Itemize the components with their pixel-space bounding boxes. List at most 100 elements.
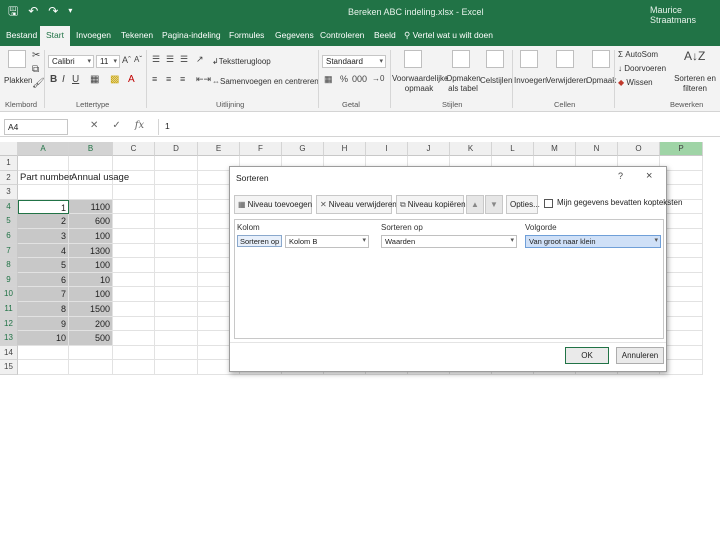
format-table-button[interactable]: Opmaken als tabel: [446, 74, 481, 94]
format-cells-button[interactable]: Opmaak: [586, 76, 616, 85]
tab-invoegen[interactable]: Invoegen: [76, 30, 111, 40]
align-center-icon[interactable]: ≡: [166, 74, 171, 84]
column-header-g[interactable]: G: [282, 142, 324, 156]
customize-qat-icon[interactable]: ▾: [68, 4, 72, 18]
column-header-j[interactable]: J: [408, 142, 450, 156]
format-painter-icon[interactable]: 🖌: [32, 78, 45, 89]
cell-b15[interactable]: [69, 360, 113, 375]
comma-style-icon[interactable]: 000: [352, 74, 367, 84]
cell-c12[interactable]: [113, 316, 155, 332]
cell-d1[interactable]: [155, 156, 198, 171]
align-bottom-icon[interactable]: ☰: [180, 54, 188, 65]
cell-c2[interactable]: [113, 170, 155, 186]
column-header-o[interactable]: O: [618, 142, 660, 156]
column-header-k[interactable]: K: [450, 142, 492, 156]
font-size-select[interactable]: 11 ▾: [96, 55, 120, 68]
cell-d4[interactable]: [155, 199, 198, 215]
tab-controleren[interactable]: Controleren: [320, 30, 364, 40]
currency-icon[interactable]: ▦: [324, 74, 333, 85]
cell-c1[interactable]: [113, 156, 155, 171]
cell-a9[interactable]: 6: [18, 272, 69, 288]
cell-c14[interactable]: [113, 345, 155, 361]
align-middle-icon[interactable]: ☰: [166, 54, 174, 65]
column-header-p[interactable]: P: [660, 142, 703, 156]
paste-icon[interactable]: [8, 50, 26, 68]
row-header-10[interactable]: 10: [0, 287, 18, 302]
cell-a15[interactable]: [18, 360, 69, 375]
column-header-c[interactable]: C: [113, 142, 155, 156]
cell-styles-button[interactable]: Celstijlen: [480, 76, 512, 85]
tab-bestand[interactable]: Bestand: [6, 30, 37, 40]
cell-b13[interactable]: 500: [69, 331, 113, 346]
tell-me-box[interactable]: ⚲ Vertel wat u wilt doen: [404, 30, 493, 41]
cell-d11[interactable]: [155, 302, 198, 317]
align-top-icon[interactable]: ☰: [152, 54, 160, 65]
options-button[interactable]: Opties...: [506, 195, 540, 214]
cell-c15[interactable]: [113, 360, 155, 375]
insert-cells-icon[interactable]: [520, 50, 538, 68]
column-header-h[interactable]: H: [324, 142, 366, 156]
tab-pagina-indeling[interactable]: Pagina-indeling: [162, 30, 221, 40]
enter-icon[interactable]: ✓: [112, 120, 120, 131]
cancel-icon[interactable]: ✕: [90, 120, 98, 131]
cell-a6[interactable]: 3: [18, 229, 69, 244]
cell-a7[interactable]: 4: [18, 243, 69, 259]
delete-cells-button[interactable]: Verwijderen: [546, 76, 588, 85]
row-header-12[interactable]: 12: [0, 316, 18, 332]
row-header-1[interactable]: 1: [0, 156, 18, 171]
formula-input[interactable]: 1: [158, 119, 718, 135]
cell-a10[interactable]: 7: [18, 287, 69, 302]
cell-a13[interactable]: 10: [18, 331, 69, 346]
conditional-format-button[interactable]: Voorwaardelijke opmaak: [392, 74, 448, 94]
column-header-a[interactable]: A: [18, 142, 69, 156]
delete-level-button[interactable]: ✕ Niveau verwijderen: [316, 195, 397, 214]
cell-b12[interactable]: 200: [69, 316, 113, 332]
grow-font-icon[interactable]: Aˆ: [122, 55, 131, 65]
user-name[interactable]: Maurice Straatmans: [650, 5, 720, 25]
autosum-button[interactable]: Σ AutoSom: [618, 50, 658, 59]
cell-d9[interactable]: [155, 272, 198, 288]
cell-d15[interactable]: [155, 360, 198, 375]
cell-d7[interactable]: [155, 243, 198, 259]
move-up-button[interactable]: ▲: [466, 195, 484, 214]
percent-icon[interactable]: %: [340, 74, 348, 84]
row-header-5[interactable]: 5: [0, 214, 18, 229]
orientation-icon[interactable]: ↗: [196, 54, 204, 65]
cell-d3[interactable]: [155, 185, 198, 200]
fill-button[interactable]: ↓ Doorvoeren: [618, 64, 666, 73]
cell-c10[interactable]: [113, 287, 155, 302]
row-header-6[interactable]: 6: [0, 229, 18, 244]
decimal-icon[interactable]: →0: [372, 74, 384, 83]
sort-filter-button[interactable]: Sorteren en filteren: [672, 74, 718, 94]
cell-c3[interactable]: [113, 185, 155, 200]
column-header-i[interactable]: I: [366, 142, 408, 156]
cell-styles-icon[interactable]: [486, 50, 504, 68]
move-down-button[interactable]: ▼: [485, 195, 503, 214]
cell-b4[interactable]: 1100: [69, 199, 113, 215]
column-header-m[interactable]: M: [534, 142, 576, 156]
add-level-button[interactable]: ▦ Niveau toevoegen: [234, 195, 312, 214]
cell-a11[interactable]: 8: [18, 302, 69, 317]
cell-b9[interactable]: 10: [69, 272, 113, 288]
cell-a2[interactable]: Part number: [18, 170, 72, 186]
cell-a1[interactable]: [18, 156, 69, 171]
column-header-e[interactable]: E: [198, 142, 240, 156]
tab-gegevens[interactable]: Gegevens: [275, 30, 314, 40]
cell-d5[interactable]: [155, 214, 198, 229]
cell-a3[interactable]: [18, 185, 69, 200]
cell-a5[interactable]: 2: [18, 214, 69, 229]
column-header-d[interactable]: D: [155, 142, 198, 156]
bold-icon[interactable]: B: [50, 74, 57, 85]
tab-formules[interactable]: Formules: [229, 30, 264, 40]
select-all-corner[interactable]: [0, 142, 18, 156]
cell-c9[interactable]: [113, 272, 155, 288]
cell-b8[interactable]: 100: [69, 258, 113, 273]
paste-button-label[interactable]: Plakken: [4, 76, 32, 85]
tab-start[interactable]: Start: [40, 26, 70, 46]
column-header-n[interactable]: N: [576, 142, 618, 156]
column-header-l[interactable]: L: [492, 142, 534, 156]
cell-b1[interactable]: [69, 156, 113, 171]
cell-b2[interactable]: Annual usage: [69, 170, 129, 186]
cut-icon[interactable]: ✂: [32, 50, 40, 61]
cell-b6[interactable]: 100: [69, 229, 113, 244]
